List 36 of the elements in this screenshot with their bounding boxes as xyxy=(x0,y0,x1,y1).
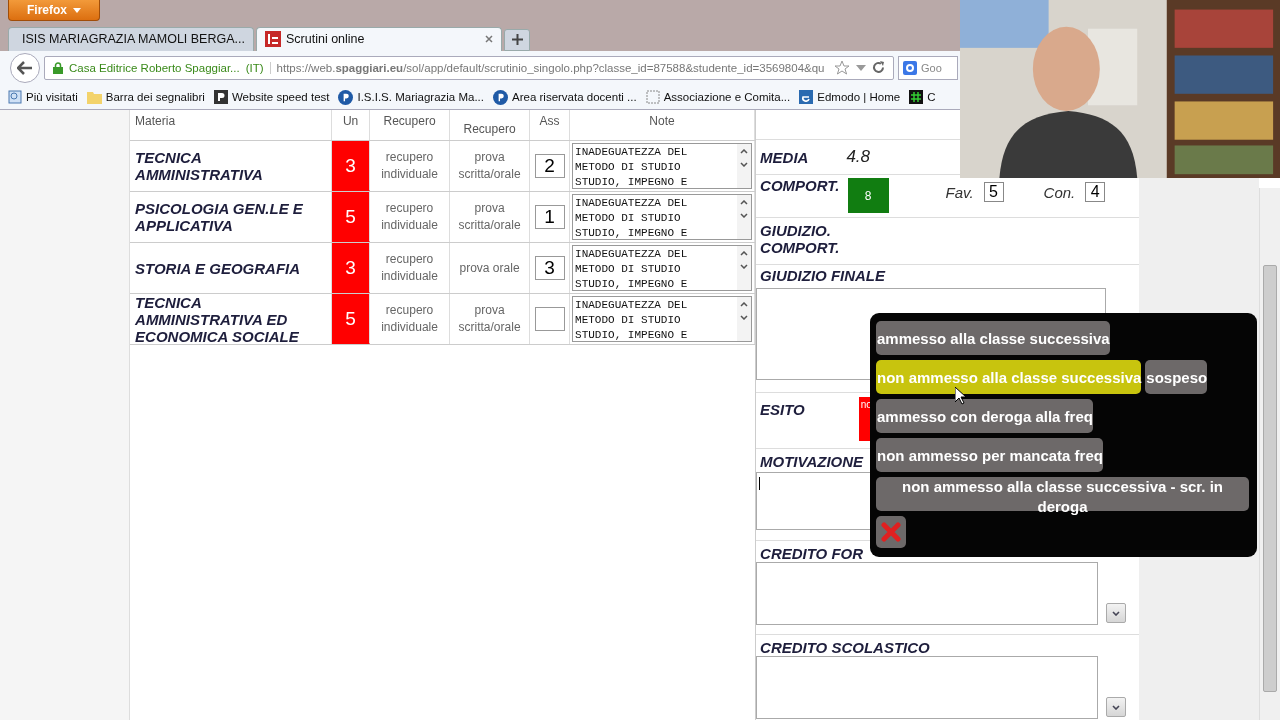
recovery-type-text: prova scritta/orale xyxy=(457,200,522,234)
subject-name: TECNICA AMMINISTRATIVA xyxy=(135,149,264,183)
grade-cell: 3 xyxy=(332,141,371,191)
grade-cell: 5 xyxy=(332,192,371,242)
column-header: Un xyxy=(342,114,359,128)
conduct-label: COMPORT. xyxy=(760,177,840,194)
url-text: https://web.spaggiari.eu/sol/app/default/scrutinio_singolo.php?classe_id=87588&studente_id=3569804&qu xyxy=(269,61,828,74)
media-value: 4.8 xyxy=(846,147,871,167)
fav-label: Fav. xyxy=(945,184,974,203)
recovery-type-text: prova scritta/orale xyxy=(457,302,522,336)
column-header: Ass xyxy=(539,114,560,128)
grade-cell: 5 xyxy=(332,294,371,344)
recovery-text: recupero individuale xyxy=(380,200,439,234)
media-label: MEDIA xyxy=(760,148,809,166)
recovery-text: recupero individuale xyxy=(380,251,439,285)
column-header: Recupero xyxy=(463,122,516,136)
grade-cell: 3 xyxy=(332,243,371,293)
subject-name: STORIA E GEOGRAFIA xyxy=(135,259,301,277)
con-label: Con. xyxy=(1043,184,1076,203)
column-header: Note xyxy=(649,114,675,128)
final-judgement-label: GIUDIZIO FINALE xyxy=(760,267,886,284)
recovery-text: recupero individuale xyxy=(380,302,439,336)
subject-name: TECNICA AMMINISTRATIVA ED ECONOMICA SOCIALE xyxy=(135,293,300,345)
school-credit-label: CREDITO SCOLASTICO xyxy=(760,639,930,656)
recovery-type-text: prova orale xyxy=(459,259,520,277)
recovery-text: recupero individuale xyxy=(380,149,439,183)
motivation-label: MOTIVAZIONE xyxy=(760,453,864,470)
subject-name: PSICOLOGIA GEN.LE E APPLICATIVA xyxy=(135,200,304,234)
conduct-judgement-label: GIUDIZIO. COMPORT. xyxy=(760,222,841,256)
site-country: (IT) xyxy=(245,61,264,74)
recovery-type-text: prova scritta/orale xyxy=(457,149,522,183)
outcome-label: ESITO xyxy=(760,401,805,418)
column-header: Recupero xyxy=(383,114,436,128)
column-header: Materia xyxy=(135,114,176,128)
formative-credit-label: CREDITO FOR xyxy=(760,545,864,562)
site-identity: Casa Editrice Roberto Spaggiar... xyxy=(69,61,240,74)
